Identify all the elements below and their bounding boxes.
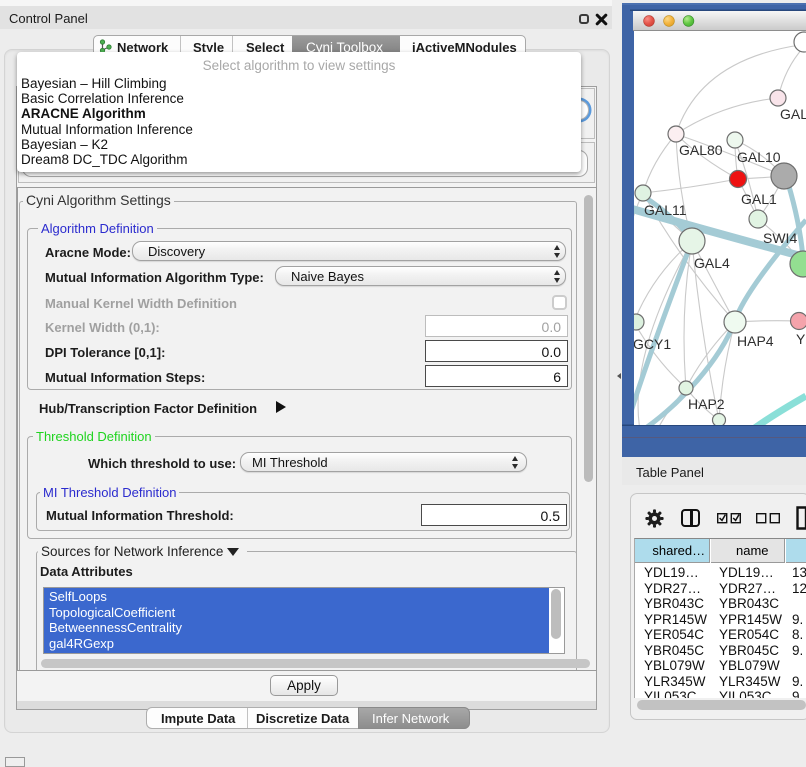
svg-text:GCY1: GCY1 xyxy=(633,336,671,352)
svg-text:HAP4: HAP4 xyxy=(737,333,774,349)
svg-text:SWI4: SWI4 xyxy=(763,230,797,246)
svg-text:GAL10: GAL10 xyxy=(737,149,781,165)
svg-text:HAP2: HAP2 xyxy=(688,396,725,412)
svg-text:GAL11: GAL11 xyxy=(644,202,687,218)
svg-text:Y: Y xyxy=(796,331,806,347)
svg-text:GAL7: GAL7 xyxy=(780,106,806,122)
svg-text:GAL4: GAL4 xyxy=(694,255,730,271)
svg-text:GAL80: GAL80 xyxy=(679,142,723,158)
svg-text:GAL1: GAL1 xyxy=(741,191,777,207)
